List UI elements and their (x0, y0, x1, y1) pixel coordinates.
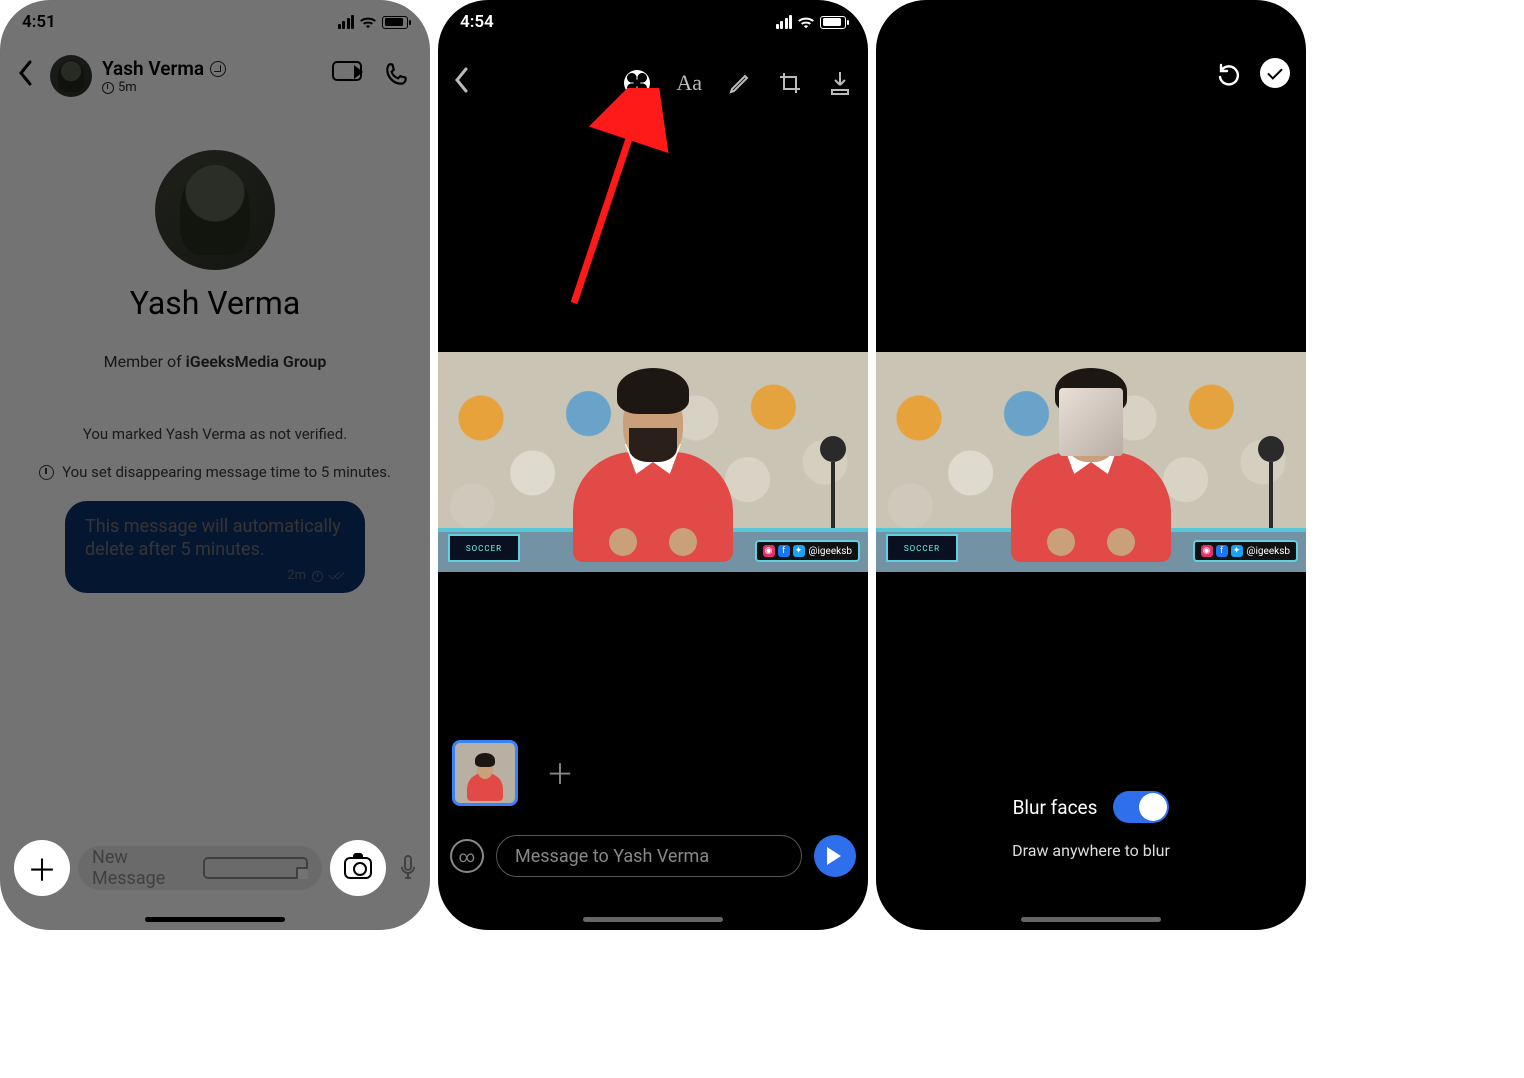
timer-icon (102, 82, 114, 94)
home-indicator[interactable] (145, 917, 285, 922)
editor-toolbar: Aa (438, 58, 868, 108)
watermark-tag: ◉f✦ @igeeksb (1193, 540, 1298, 562)
face-blur-region (1059, 388, 1123, 456)
message-input[interactable]: New Message (78, 846, 322, 890)
wifi-icon (359, 16, 377, 29)
voice-call-button[interactable] (384, 61, 410, 91)
timer-icon (39, 465, 54, 480)
screen-blur: SOCCER ◉f✦ @igeeksb Blur faces Draw anyw… (876, 0, 1306, 930)
input-bar: ＋ New Message (14, 838, 416, 898)
send-button[interactable] (814, 835, 856, 877)
watermark-tag: ◉f✦ @igeeksb (755, 540, 860, 562)
status-time: 4:54 (460, 12, 494, 32)
cellular-icon (776, 15, 793, 29)
send-icon (827, 847, 850, 865)
status-icons (776, 15, 847, 29)
status-icons (338, 15, 409, 29)
header-subtitle: 5m (118, 80, 137, 95)
member-of-label: Member of iGeeksMedia Group (104, 352, 327, 371)
blur-controls: Blur faces Draw anywhere to blur (876, 791, 1306, 860)
message-placeholder: New Message (92, 847, 193, 889)
blur-faces-label: Blur faces (1013, 796, 1098, 819)
timer-icon (312, 571, 323, 582)
thumbnail-row: ＋ (452, 740, 574, 806)
home-indicator[interactable] (583, 917, 723, 922)
status-bar: 4:54 (438, 0, 868, 44)
save-button[interactable] (828, 70, 852, 96)
blur-hint: Draw anywhere to blur (1012, 841, 1170, 860)
view-once-button[interactable]: ∞ (450, 839, 484, 873)
chat-header: Yash Verma 5m (0, 44, 430, 108)
caption-placeholder: Message to Yash Verma (515, 846, 709, 867)
message-text: This message will automatically delete a… (85, 515, 345, 562)
back-button[interactable] (10, 59, 40, 94)
done-button[interactable] (1260, 58, 1290, 88)
avatar-large[interactable] (155, 150, 275, 270)
send-bar: ∞ Message to Yash Verma (450, 832, 856, 880)
microphone-button[interactable] (400, 855, 416, 881)
photo-preview-blurred[interactable]: SOCCER ◉f✦ @igeeksb (876, 352, 1306, 572)
crop-tool-button[interactable] (778, 71, 802, 95)
photo-preview[interactable]: SOCCER ◉f✦ @igeeksb (438, 352, 868, 572)
unverified-icon (210, 61, 226, 77)
camera-icon (344, 857, 372, 879)
caption-input[interactable]: Message to Yash Verma (496, 835, 802, 877)
sticker-icon[interactable] (203, 857, 308, 879)
back-button[interactable] (454, 66, 468, 101)
screen-chat: 4:51 Yash Verma 5m Yash Verma Member of … (0, 0, 430, 930)
battery-icon (382, 16, 408, 29)
media-thumbnail[interactable] (452, 740, 518, 806)
system-message-verified: You marked Yash Verma as not verified. (83, 425, 347, 443)
add-attachment-button[interactable]: ＋ (14, 840, 70, 896)
header-name: Yash Verma (102, 57, 204, 80)
annotation-arrow (564, 88, 684, 308)
profile-name: Yash Verma (130, 284, 301, 322)
system-message-timer: You set disappearing message time to 5 m… (19, 463, 411, 481)
battery-icon (820, 16, 846, 29)
chat-body: Yash Verma Member of iGeeksMedia Group Y… (0, 120, 430, 820)
cellular-icon (338, 15, 355, 29)
avatar-small[interactable] (50, 55, 92, 97)
read-receipt-icon (329, 571, 345, 581)
status-time: 4:51 (22, 12, 56, 32)
message-meta: 2m (85, 568, 345, 585)
blur-tool-button[interactable] (624, 70, 650, 96)
blur-faces-toggle[interactable] (1113, 791, 1169, 823)
soccer-overlay: SOCCER (448, 534, 520, 562)
blur-toolbar (1216, 58, 1290, 88)
camera-button[interactable] (330, 840, 386, 896)
wifi-icon (797, 16, 815, 29)
video-call-button[interactable] (332, 61, 362, 91)
check-icon (1267, 64, 1283, 80)
plus-icon: ＋ (27, 846, 57, 890)
header-title-block[interactable]: Yash Verma 5m (102, 57, 226, 95)
undo-button[interactable] (1216, 60, 1242, 86)
home-indicator[interactable] (1021, 917, 1161, 922)
add-media-button[interactable]: ＋ (546, 753, 574, 793)
blur-faces-row: Blur faces (1013, 791, 1170, 823)
message-bubble[interactable]: This message will automatically delete a… (65, 501, 365, 593)
text-tool-button[interactable]: Aa (676, 70, 702, 96)
status-bar: 4:51 (0, 0, 430, 44)
screen-editor: 4:54 Aa SOCCER ◉f✦ @igeeksb (438, 0, 868, 930)
soccer-overlay: SOCCER (886, 534, 958, 562)
draw-tool-button[interactable] (728, 71, 752, 95)
